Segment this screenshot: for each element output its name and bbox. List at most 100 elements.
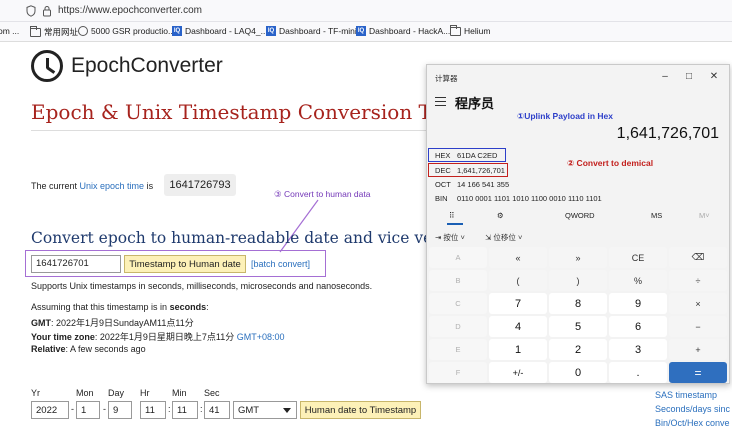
key-multiply[interactable]: × — [669, 293, 727, 314]
bookmark-item[interactable]: IQ Dashboard - HackA... — [356, 26, 450, 36]
day-input[interactable]: 9 — [108, 401, 132, 419]
batch-convert-link[interactable]: [batch convert] — [251, 259, 310, 269]
key-percent[interactable]: % — [609, 270, 667, 291]
minimize-icon[interactable]: – — [659, 71, 671, 83]
key-c[interactable]: C — [429, 293, 487, 314]
keypad-icon[interactable]: ⠿ — [449, 211, 455, 220]
bookmark-label: om ... — [0, 26, 20, 36]
key-rotate-right[interactable]: » — [549, 247, 607, 268]
chevron-down-icon — [283, 408, 291, 413]
site-logo[interactable]: EpochConverter — [31, 50, 223, 82]
radix-oct[interactable]: OCT 14 166 541 355 — [433, 177, 653, 191]
key-8[interactable]: 8 — [549, 293, 607, 314]
second-input[interactable]: 41 — [204, 401, 230, 419]
assuming-suffix: : — [206, 302, 209, 312]
calculator-window: 计算器 – □ ✕ 程序员 ①Uplink Payload in Hex 1,6… — [426, 64, 730, 384]
bookmark-item[interactable]: 常用网址 — [30, 25, 78, 38]
calculator-ops: ⇥ 按位 ˅ ⇲ 位移位 ˅ — [427, 230, 731, 244]
radix-label: DEC — [435, 165, 451, 175]
lock-icon[interactable] — [42, 5, 52, 17]
hour-input[interactable]: 11 — [140, 401, 166, 419]
key-1[interactable]: 1 — [489, 339, 547, 360]
key-d[interactable]: D — [429, 316, 487, 337]
key-add[interactable]: + — [669, 339, 727, 360]
radix-hex[interactable]: HEX 61DA C2ED — [433, 148, 653, 162]
minute-input[interactable]: 11 — [172, 401, 198, 419]
key-rotate-left[interactable]: « — [489, 247, 547, 268]
tz-offset-link[interactable]: GMT+08:00 — [237, 332, 285, 342]
key-0[interactable]: 0 — [549, 362, 607, 383]
shield-icon[interactable] — [26, 5, 36, 17]
key-9[interactable]: 9 — [609, 293, 667, 314]
memory-list-button[interactable]: M˅ — [699, 211, 710, 220]
bit-toggle-icon[interactable]: ⚙ — [497, 211, 504, 220]
key-divide[interactable]: ÷ — [669, 270, 727, 291]
key-7[interactable]: 7 — [489, 293, 547, 314]
bookmark-item[interactable]: om ... — [0, 26, 19, 36]
gmt-value: : 2022年1月9日SundayAM11点11分 — [51, 318, 194, 328]
human-to-timestamp-button[interactable]: Human date to Timestamp — [300, 401, 421, 419]
key-equals[interactable]: = — [669, 362, 727, 383]
label-sec: Sec — [204, 388, 220, 398]
radix-bin[interactable]: BIN 0110 0001 1101 1010 1100 0010 1110 11… — [433, 191, 653, 205]
year-input[interactable]: 2022 — [31, 401, 69, 419]
iq-icon: IQ — [172, 26, 182, 36]
right-link-binhex[interactable]: Bin/Oct/Hex conve — [655, 418, 730, 428]
label-min: Min — [172, 388, 187, 398]
bitwise-dropdown[interactable]: ⇥ 按位 ˅ — [435, 232, 465, 243]
menu-icon[interactable] — [435, 97, 446, 106]
right-link-seconds[interactable]: Seconds/days sinc — [655, 404, 730, 414]
bookmarks-bar: om ... 常用网址 5000 GSR productio... IQ Dash… — [0, 22, 732, 42]
key-decimal[interactable]: . — [609, 362, 667, 383]
bookmark-item[interactable]: Helium — [450, 24, 490, 36]
key-open-paren[interactable]: ( — [489, 270, 547, 291]
radix-dec[interactable]: DEC 1,641,726,701 — [433, 163, 653, 177]
key-4[interactable]: 4 — [489, 316, 547, 337]
radix-value: 0110 0001 1101 1010 1100 0010 1110 1101 — [457, 193, 602, 203]
bookmark-item[interactable]: IQ Dashboard - TF-mini — [266, 26, 357, 36]
timezone-select[interactable]: GMT — [233, 401, 297, 419]
close-icon[interactable]: ✕ — [708, 71, 720, 83]
address-bar[interactable]: https://www.epochconverter.com — [0, 0, 732, 22]
page-title: Epoch & Unix Timestamp Conversion Tools — [31, 100, 472, 124]
right-link-sas[interactable]: SAS timestamp — [655, 390, 717, 400]
relative-result: Relative: A few seconds ago — [31, 344, 146, 354]
key-a[interactable]: A — [429, 247, 487, 268]
month-input[interactable]: 1 — [76, 401, 100, 419]
iq-icon: IQ — [356, 26, 366, 36]
bookmark-label: Dashboard - LAQ4_... — [185, 26, 268, 36]
bookmark-item[interactable]: 5000 GSR productio... — [78, 26, 175, 36]
key-3[interactable]: 3 — [609, 339, 667, 360]
bitshift-dropdown[interactable]: ⇲ 位移位 ˅ — [485, 232, 522, 243]
key-5[interactable]: 5 — [549, 316, 607, 337]
word-size-button[interactable]: QWORD — [565, 211, 595, 220]
backspace-icon[interactable]: ⌫ — [669, 247, 727, 268]
memory-store-button[interactable]: MS — [651, 211, 662, 220]
url-text[interactable]: https://www.epochconverter.com — [58, 5, 202, 16]
radix-value: 14 166 541 355 — [457, 179, 510, 189]
label-day: Day — [108, 388, 125, 398]
key-clear-entry[interactable]: CE — [609, 247, 667, 268]
calculator-titlebar[interactable]: 计算器 – □ ✕ — [427, 65, 731, 89]
radix-value: 1,641,726,701 — [457, 165, 505, 175]
folder-icon — [30, 25, 41, 37]
active-mode-underline — [447, 223, 463, 225]
key-negate[interactable]: +/- — [489, 362, 547, 383]
timestamp-to-human-button[interactable]: Timestamp to Human date — [124, 255, 246, 273]
key-b[interactable]: B — [429, 270, 487, 291]
timezone-result: Your time zone: 2022年1月9日星期日晚上7点11分 GMT+… — [31, 330, 285, 343]
key-e[interactable]: E — [429, 339, 487, 360]
key-f[interactable]: F — [429, 362, 487, 383]
unix-epoch-link[interactable]: Unix epoch time — [80, 181, 145, 191]
key-2[interactable]: 2 — [549, 339, 607, 360]
bookmark-item[interactable]: IQ Dashboard - LAQ4_... — [172, 26, 268, 36]
current-suffix: is — [144, 181, 154, 191]
time-separator: : — [200, 404, 203, 414]
timestamp-input[interactable]: 1641726701 — [31, 255, 121, 273]
time-separator: : — [168, 404, 171, 414]
key-subtract[interactable]: − — [669, 316, 727, 337]
key-close-paren[interactable]: ) — [549, 270, 607, 291]
current-epoch-text: The current Unix epoch time is — [31, 181, 153, 191]
maximize-icon[interactable]: □ — [683, 71, 695, 83]
key-6[interactable]: 6 — [609, 316, 667, 337]
